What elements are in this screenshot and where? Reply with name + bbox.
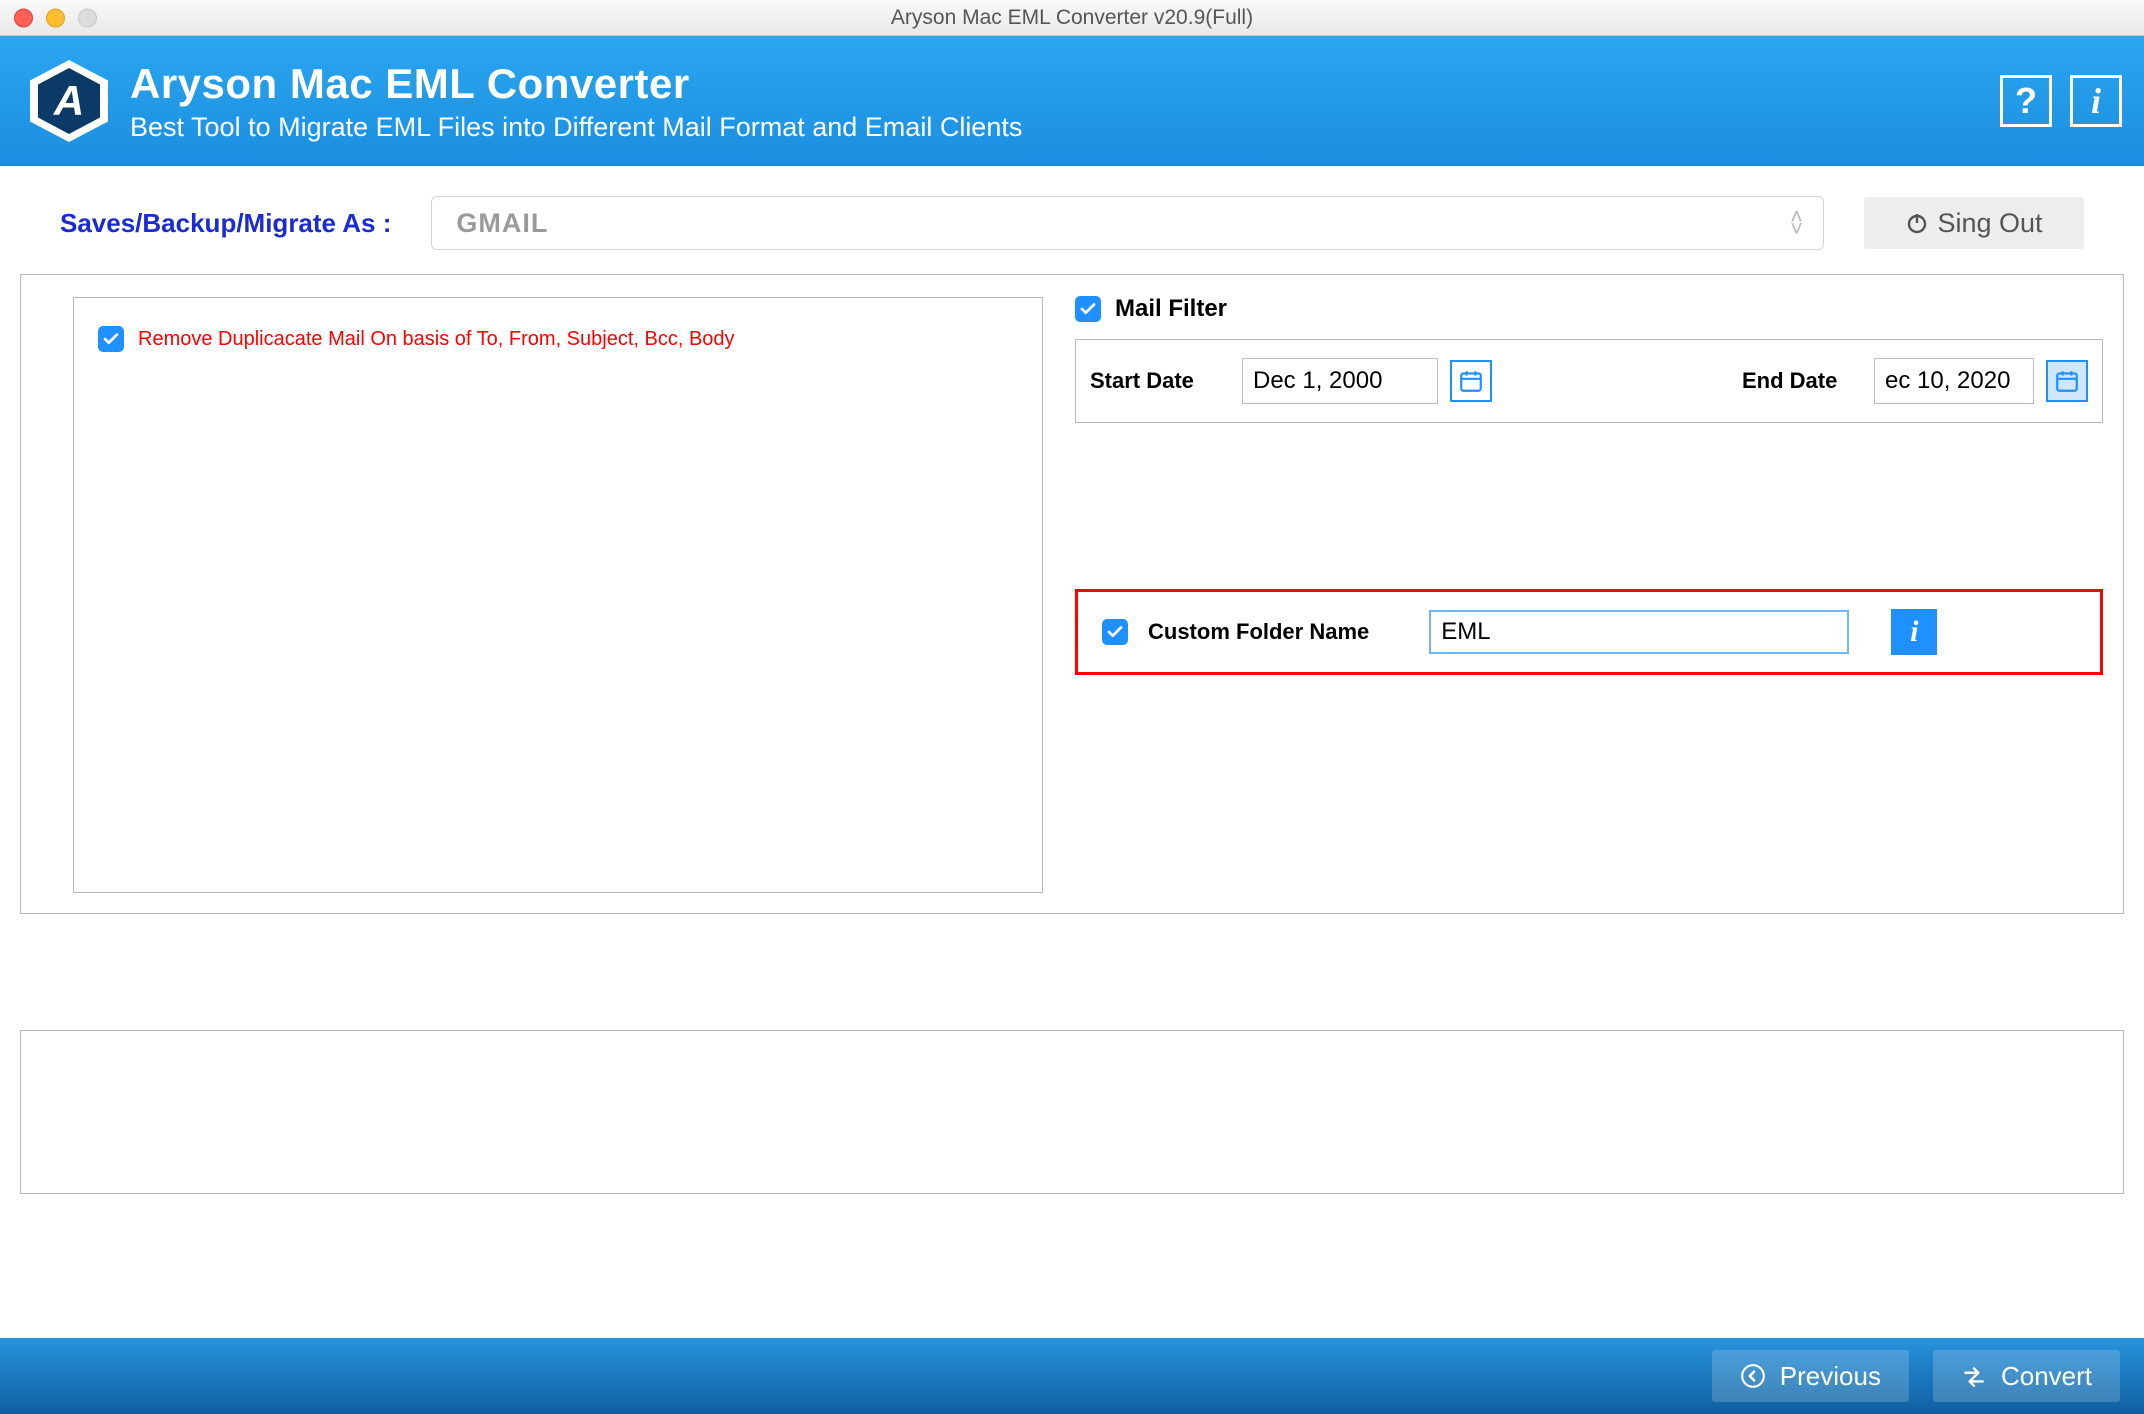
end-date-label: End Date xyxy=(1742,368,1862,394)
options-panel: Remove Duplicacate Mail On basis of To, … xyxy=(20,274,2124,914)
custom-folder-info-button[interactable]: i xyxy=(1891,609,1937,655)
previous-label: Previous xyxy=(1780,1361,1881,1392)
end-date-input[interactable] xyxy=(1874,358,2034,404)
info-icon: i xyxy=(1910,615,1918,649)
window-title: Aryson Mac EML Converter v20.9(Full) xyxy=(891,6,1253,30)
mail-filter-title: Mail Filter xyxy=(1115,295,1227,323)
previous-button[interactable]: Previous xyxy=(1712,1350,1909,1402)
mail-filter-box: Start Date End Date xyxy=(1075,339,2103,423)
convert-button[interactable]: Convert xyxy=(1933,1350,2120,1402)
convert-label: Convert xyxy=(2001,1361,2092,1392)
close-window-button[interactable] xyxy=(14,8,33,27)
start-date-calendar-button[interactable] xyxy=(1450,360,1492,402)
format-select-value: GMAIL xyxy=(456,208,548,239)
info-icon: i xyxy=(2091,80,2101,122)
calendar-icon xyxy=(1458,368,1484,394)
custom-folder-label: Custom Folder Name xyxy=(1148,619,1369,645)
custom-folder-input[interactable] xyxy=(1429,610,1849,654)
calendar-icon xyxy=(2054,368,2080,394)
mail-filter-checkbox[interactable] xyxy=(1075,296,1101,322)
start-date-label: Start Date xyxy=(1090,368,1230,394)
custom-folder-row: Custom Folder Name i xyxy=(1075,589,2103,675)
minimize-window-button[interactable] xyxy=(46,8,65,27)
duplicate-options-box: Remove Duplicacate Mail On basis of To, … xyxy=(73,297,1043,893)
format-select[interactable]: GMAIL ˄˅ xyxy=(431,196,1824,250)
end-date-calendar-button[interactable] xyxy=(2046,360,2088,402)
maximize-window-button[interactable] xyxy=(78,8,97,27)
app-subtitle: Best Tool to Migrate EML Files into Diff… xyxy=(130,112,1022,143)
signout-button[interactable]: Sing Out xyxy=(1864,197,2084,249)
info-button[interactable]: i xyxy=(2070,75,2122,127)
custom-folder-checkbox[interactable] xyxy=(1102,619,1128,645)
swap-icon xyxy=(1961,1363,1987,1389)
remove-duplicates-checkbox[interactable] xyxy=(98,326,124,352)
remove-duplicates-label: Remove Duplicacate Mail On basis of To, … xyxy=(138,328,735,351)
signout-label: Sing Out xyxy=(1937,208,2042,239)
arrow-left-circle-icon xyxy=(1740,1363,1766,1389)
save-as-label: Saves/Backup/Migrate As : xyxy=(60,208,391,239)
start-date-input[interactable] xyxy=(1242,358,1438,404)
window-titlebar: Aryson Mac EML Converter v20.9(Full) xyxy=(0,0,2144,36)
check-icon xyxy=(102,330,120,348)
check-icon xyxy=(1106,623,1124,641)
app-title: Aryson Mac EML Converter xyxy=(130,60,1022,108)
app-header: A Aryson Mac EML Converter Best Tool to … xyxy=(0,36,2144,166)
check-icon xyxy=(1079,300,1097,318)
chevron-up-down-icon: ˄˅ xyxy=(1790,211,1803,235)
help-button[interactable]: ? xyxy=(2000,75,2052,127)
help-icon: ? xyxy=(2015,80,2037,122)
app-logo-letter: A xyxy=(38,68,100,134)
app-logo: A xyxy=(30,60,108,142)
power-icon xyxy=(1905,211,1929,235)
footer-bar: Previous Convert xyxy=(0,1338,2144,1414)
log-panel xyxy=(20,1030,2124,1194)
